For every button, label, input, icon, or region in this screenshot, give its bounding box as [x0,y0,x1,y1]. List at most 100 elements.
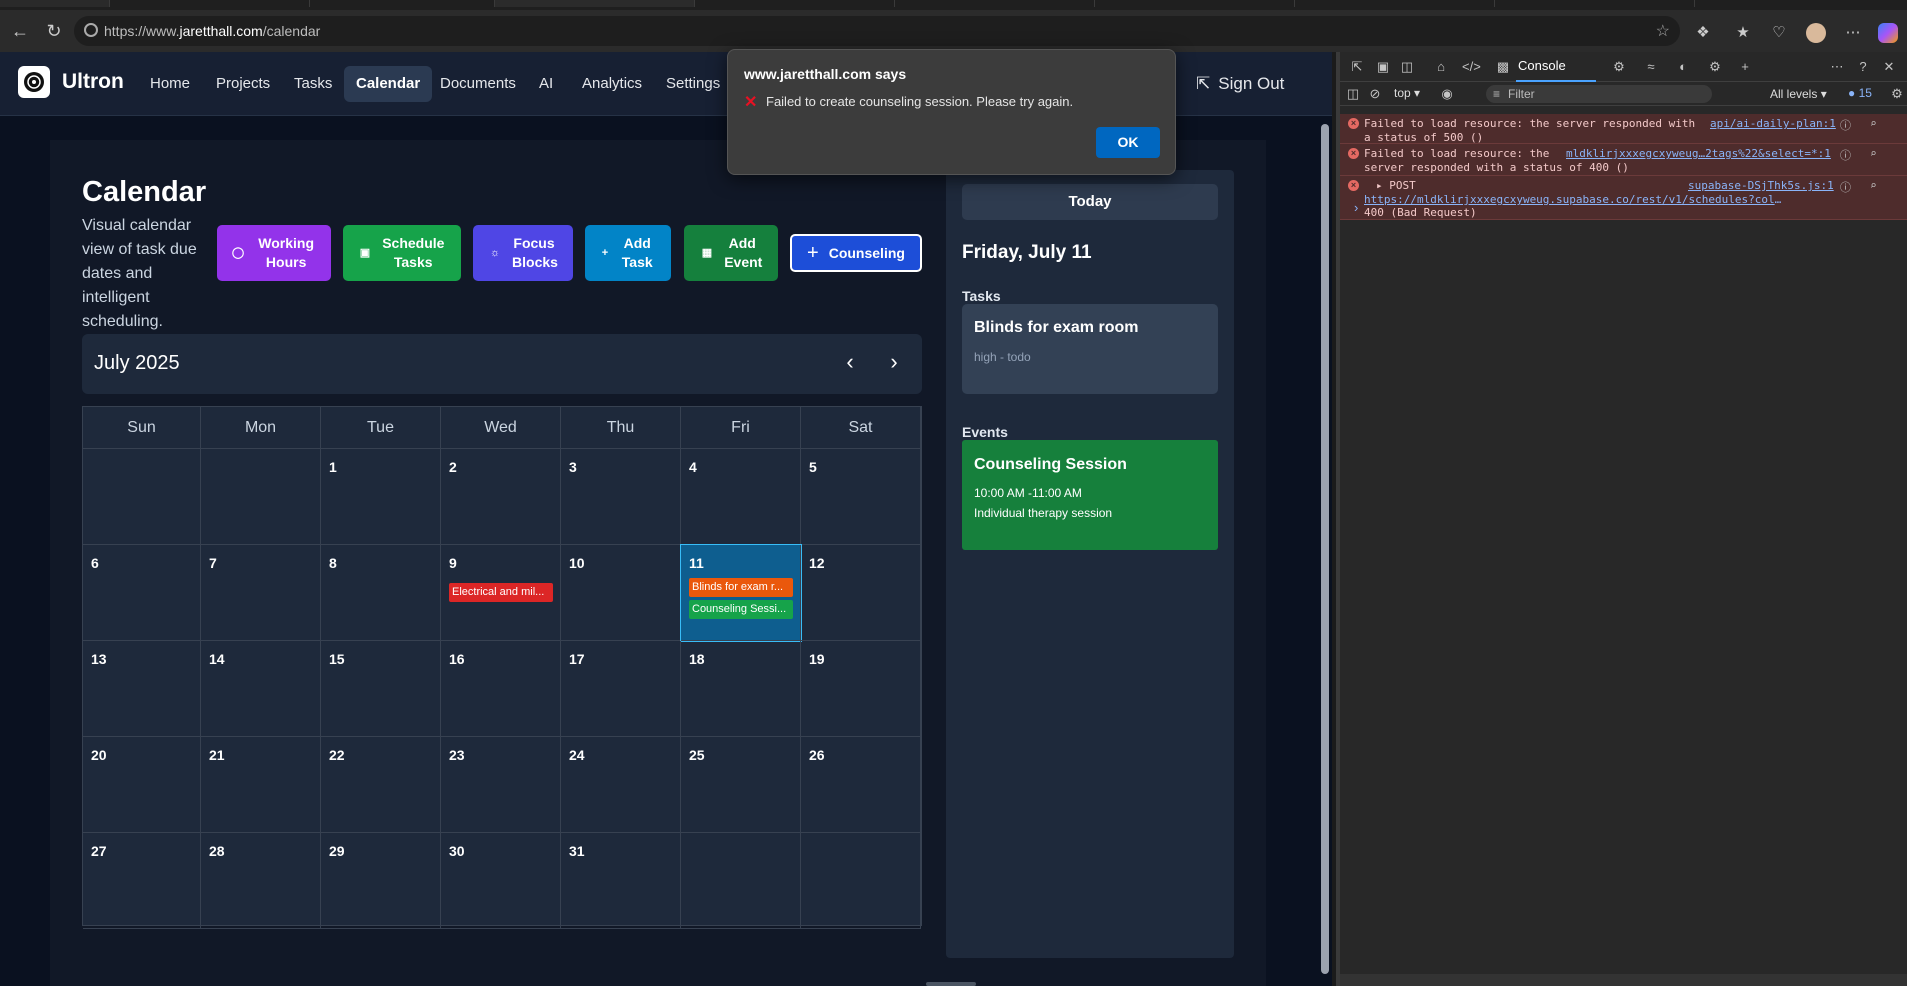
focus-blocks-button[interactable]: ☼ Focus Blocks [473,225,573,281]
day-cell[interactable]: 26 [801,737,921,833]
browser-essentials-icon[interactable]: ♡ [1769,23,1789,43]
day-cell[interactable]: 12 [801,545,921,641]
nav-ai[interactable]: AI [527,66,565,102]
scrollbar-thumb[interactable] [1321,124,1329,974]
extensions-icon[interactable]: ❖ [1693,23,1713,43]
console-filter-input[interactable]: ≡ Filter [1486,85,1712,103]
sign-out-button[interactable]: ⇱ Sign Out [1196,66,1284,102]
browser-tab[interactable] [1095,0,1295,7]
error-source-link[interactable]: mldklirjxxxegcxyweug…2tags%22&select=*:1 [1566,147,1836,160]
copilot-icon[interactable] [1878,23,1898,43]
day-cell[interactable]: 17 [561,641,681,737]
add-task-button[interactable]: + Add Task [585,225,671,281]
nav-home[interactable]: Home [138,66,202,102]
browser-tab[interactable] [310,0,495,7]
context-select[interactable]: top ▾ [1394,86,1420,100]
add-event-button[interactable]: ▦ Add Event [684,225,778,281]
day-cell[interactable]: 30 [441,833,561,929]
browser-tab-active[interactable] [495,0,695,7]
performance-icon[interactable]: ◐ [1674,58,1692,76]
browser-tab[interactable] [110,0,310,7]
nav-documents[interactable]: Documents [428,66,528,102]
more-menu-icon[interactable]: ⋯ [1843,23,1863,43]
day-cell[interactable]: 23 [441,737,561,833]
prev-month-button[interactable]: ‹ [836,348,864,376]
day-cell[interactable]: 9 Electrical and mil... [441,545,561,641]
nav-settings[interactable]: Settings [654,66,732,102]
day-cell[interactable]: 15 [321,641,441,737]
day-cell[interactable]: 8 [321,545,441,641]
calendar-event-chip[interactable]: Counseling Sessi... [689,600,793,619]
nav-analytics[interactable]: Analytics [570,66,654,102]
more-tools-icon[interactable]: ⋯ [1828,58,1846,76]
console-prompt-icon[interactable]: › [1354,200,1358,215]
counseling-button[interactable]: + Counseling [790,234,922,272]
schedule-tasks-button[interactable]: ▣ Schedule Tasks [343,225,461,281]
sidebar-toggle-icon[interactable]: ◫ [1344,85,1362,103]
add-tab-plus-icon[interactable]: + [1736,58,1754,76]
error-source-link[interactable]: api/ai-daily-plan:1 [1710,117,1836,130]
reload-icon[interactable]: ↻ [40,17,68,45]
day-cell[interactable]: 24 [561,737,681,833]
day-cell[interactable]: 10 [561,545,681,641]
day-cell[interactable]: 7 [201,545,321,641]
device-emulation-icon[interactable]: ▣ [1374,58,1392,76]
day-cell[interactable]: 2 [441,449,561,545]
favorites-icon[interactable]: ★ [1733,23,1753,43]
app-logo[interactable] [18,66,50,98]
day-cell[interactable]: 1 [321,449,441,545]
browser-tab[interactable] [0,0,110,7]
sources-bug-icon[interactable]: ⚙ [1610,58,1628,76]
settings-gear-icon[interactable]: ⚙ [1706,58,1724,76]
elements-tab-icon[interactable]: </> [1462,58,1481,76]
nav-calendar[interactable]: Calendar [344,66,433,102]
day-cell[interactable]: 13 [83,641,201,737]
dock-side-icon[interactable]: ◫ [1398,58,1416,76]
nav-tasks[interactable]: Tasks [282,66,344,102]
insight-icon[interactable]: ⓘ [1840,117,1851,133]
day-cell[interactable]: 21 [201,737,321,833]
browser-tab[interactable] [1295,0,1495,7]
day-cell[interactable]: 27 [83,833,201,929]
insight-icon[interactable]: ⓘ [1840,179,1851,195]
live-expression-eye-icon[interactable]: ◉ [1438,85,1456,103]
browser-tab[interactable] [695,0,895,7]
event-card[interactable]: Counseling Session 10:00 AM -11:00 AM In… [962,440,1218,550]
day-cell[interactable]: 29 [321,833,441,929]
search-icon[interactable]: ⌕ [1870,147,1877,160]
working-hours-button[interactable]: ◯ Working Hours [217,225,331,281]
task-card[interactable]: Blinds for exam room high - todo [962,304,1218,394]
day-cell[interactable]: 28 [201,833,321,929]
site-info-icon[interactable] [84,23,98,37]
day-cell[interactable]: 4 [681,449,801,545]
close-devtools-icon[interactable]: ✕ [1880,58,1898,76]
app-brand[interactable]: Ultron [62,70,124,94]
request-url-link[interactable]: https://mldklirjxxxegcxyweug.supabase.co… [1364,193,1784,206]
welcome-home-icon[interactable]: ⌂ [1432,58,1450,76]
insight-icon[interactable]: ⓘ [1840,147,1851,163]
day-cell[interactable]: 25 [681,737,801,833]
day-cell[interactable]: 20 [83,737,201,833]
day-cell[interactable]: 22 [321,737,441,833]
day-cell[interactable]: 18 [681,641,801,737]
day-cell[interactable]: 6 [83,545,201,641]
browser-tab[interactable] [1495,0,1695,7]
day-cell[interactable]: 31 [561,833,681,929]
console-tab-icon[interactable]: ▩ [1494,58,1512,76]
day-cell[interactable]: 3 [561,449,681,545]
network-wifi-icon[interactable]: ≈ [1642,58,1660,76]
expand-caret-icon[interactable]: ▸ [1376,179,1383,192]
clear-console-icon[interactable]: ⊘ [1366,85,1384,103]
search-icon[interactable]: ⌕ [1870,179,1877,192]
calendar-event-chip[interactable]: Electrical and mil... [449,583,553,602]
today-button[interactable]: Today [962,184,1218,220]
day-cell[interactable]: 19 [801,641,921,737]
day-cell[interactable]: 14 [201,641,321,737]
calendar-event-chip[interactable]: Blinds for exam r... [689,578,793,597]
address-bar[interactable]: https://www. jaretthall.com/calendar ☆ [74,16,1680,46]
page-scrollbar[interactable] [1318,116,1332,986]
log-levels-select[interactable]: All levels ▾ [1770,87,1827,101]
dialog-ok-button[interactable]: OK [1096,127,1160,158]
browser-tab[interactable] [895,0,1095,7]
next-month-button[interactable]: › [880,348,908,376]
